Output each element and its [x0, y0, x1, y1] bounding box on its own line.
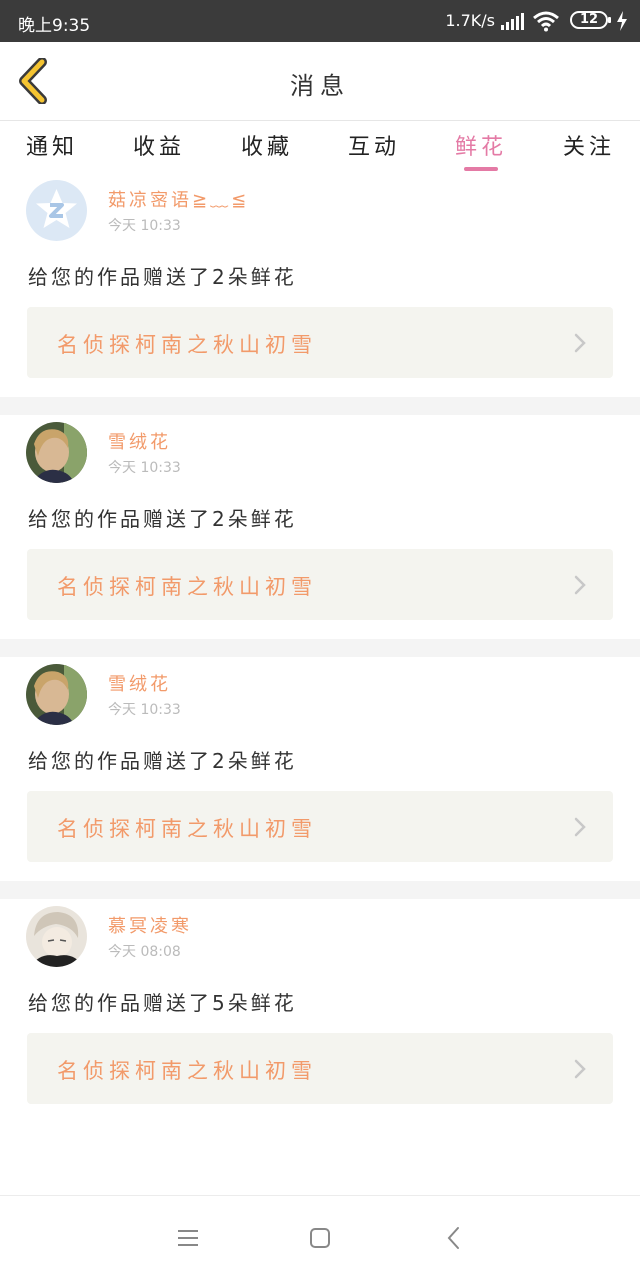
- gift-message: 给您的作品赠送了2朵鲜花: [28, 749, 297, 773]
- divider: [0, 881, 640, 899]
- battery-level: 12: [579, 12, 599, 27]
- tab-flowers[interactable]: 鲜花: [441, 129, 521, 161]
- work-link[interactable]: 名侦探柯南之秋山初雪: [27, 1033, 613, 1104]
- timestamp: 今天 10:33: [108, 218, 181, 234]
- username[interactable]: 雪绒花: [108, 670, 171, 696]
- app-header: 消息: [0, 42, 640, 121]
- divider: [0, 639, 640, 657]
- username[interactable]: 菇凉宻语≧﹏≦: [108, 186, 249, 212]
- signal-icon: [501, 13, 524, 30]
- avatar[interactable]: [26, 664, 87, 725]
- chevron-right-icon: [574, 333, 586, 353]
- tab-bar: 通知 收益 收藏 互动 鲜花 关注: [0, 121, 640, 173]
- list-item: 菇凉宻语≧﹏≦ 今天 10:33 给您的作品赠送了2朵鲜花 名侦探柯南之秋山初雪: [0, 173, 640, 397]
- menu-icon[interactable]: [174, 1224, 202, 1252]
- tab-favorites[interactable]: 收藏: [227, 129, 307, 161]
- avatar[interactable]: [26, 422, 87, 483]
- avatar[interactable]: [26, 180, 87, 241]
- status-bar: 晚上9:35 1.7K/s 12: [0, 0, 640, 42]
- work-title: 名侦探柯南之秋山初雪: [57, 1059, 317, 1083]
- work-title: 名侦探柯南之秋山初雪: [57, 817, 317, 841]
- timestamp: 今天 10:33: [108, 702, 181, 718]
- timestamp: 今天 08:08: [108, 944, 181, 960]
- tab-earnings[interactable]: 收益: [119, 129, 199, 161]
- work-title: 名侦探柯南之秋山初雪: [57, 333, 317, 357]
- work-link[interactable]: 名侦探柯南之秋山初雪: [27, 791, 613, 862]
- battery-icon: 12: [570, 11, 611, 29]
- network-speed: 1.7K/s: [445, 11, 495, 30]
- girl-portrait-avatar-icon: [26, 422, 87, 483]
- list-item: 慕冥凌寒 今天 08:08 给您的作品赠送了5朵鲜花 名侦探柯南之秋山初雪: [0, 899, 640, 1123]
- back-nav-icon[interactable]: [440, 1224, 468, 1252]
- chevron-right-icon: [574, 575, 586, 595]
- system-nav-bar: [0, 1195, 640, 1281]
- anime-character-avatar-icon: [26, 906, 87, 967]
- status-time: 晚上9:35: [18, 16, 91, 36]
- username[interactable]: 慕冥凌寒: [108, 912, 192, 938]
- wifi-icon: [533, 11, 559, 32]
- tab-notifications[interactable]: 通知: [12, 129, 92, 161]
- active-tab-indicator: [464, 167, 498, 171]
- gift-message: 给您的作品赠送了2朵鲜花: [28, 265, 297, 289]
- tab-interactions[interactable]: 互动: [334, 129, 414, 161]
- flower-feed: 菇凉宻语≧﹏≦ 今天 10:33 给您的作品赠送了2朵鲜花 名侦探柯南之秋山初雪…: [0, 173, 640, 1123]
- tab-following[interactable]: 关注: [549, 129, 629, 161]
- timestamp: 今天 10:33: [108, 460, 181, 476]
- page-title: 消息: [290, 72, 350, 100]
- divider: [0, 397, 640, 415]
- work-title: 名侦探柯南之秋山初雪: [57, 575, 317, 599]
- work-link[interactable]: 名侦探柯南之秋山初雪: [27, 549, 613, 620]
- girl-portrait-avatar-icon: [26, 664, 87, 725]
- chevron-right-icon: [574, 1059, 586, 1079]
- gift-message: 给您的作品赠送了2朵鲜花: [28, 507, 297, 531]
- avatar[interactable]: [26, 906, 87, 967]
- work-link[interactable]: 名侦探柯南之秋山初雪: [27, 307, 613, 378]
- qq-default-avatar-icon: [26, 180, 87, 241]
- home-square-icon[interactable]: [306, 1224, 334, 1252]
- username[interactable]: 雪绒花: [108, 428, 171, 454]
- list-item: 雪绒花 今天 10:33 给您的作品赠送了2朵鲜花 名侦探柯南之秋山初雪: [0, 657, 640, 881]
- gift-message: 给您的作品赠送了5朵鲜花: [28, 991, 297, 1015]
- charging-icon: [617, 11, 627, 31]
- chevron-right-icon: [574, 817, 586, 837]
- list-item: 雪绒花 今天 10:33 给您的作品赠送了2朵鲜花 名侦探柯南之秋山初雪: [0, 415, 640, 639]
